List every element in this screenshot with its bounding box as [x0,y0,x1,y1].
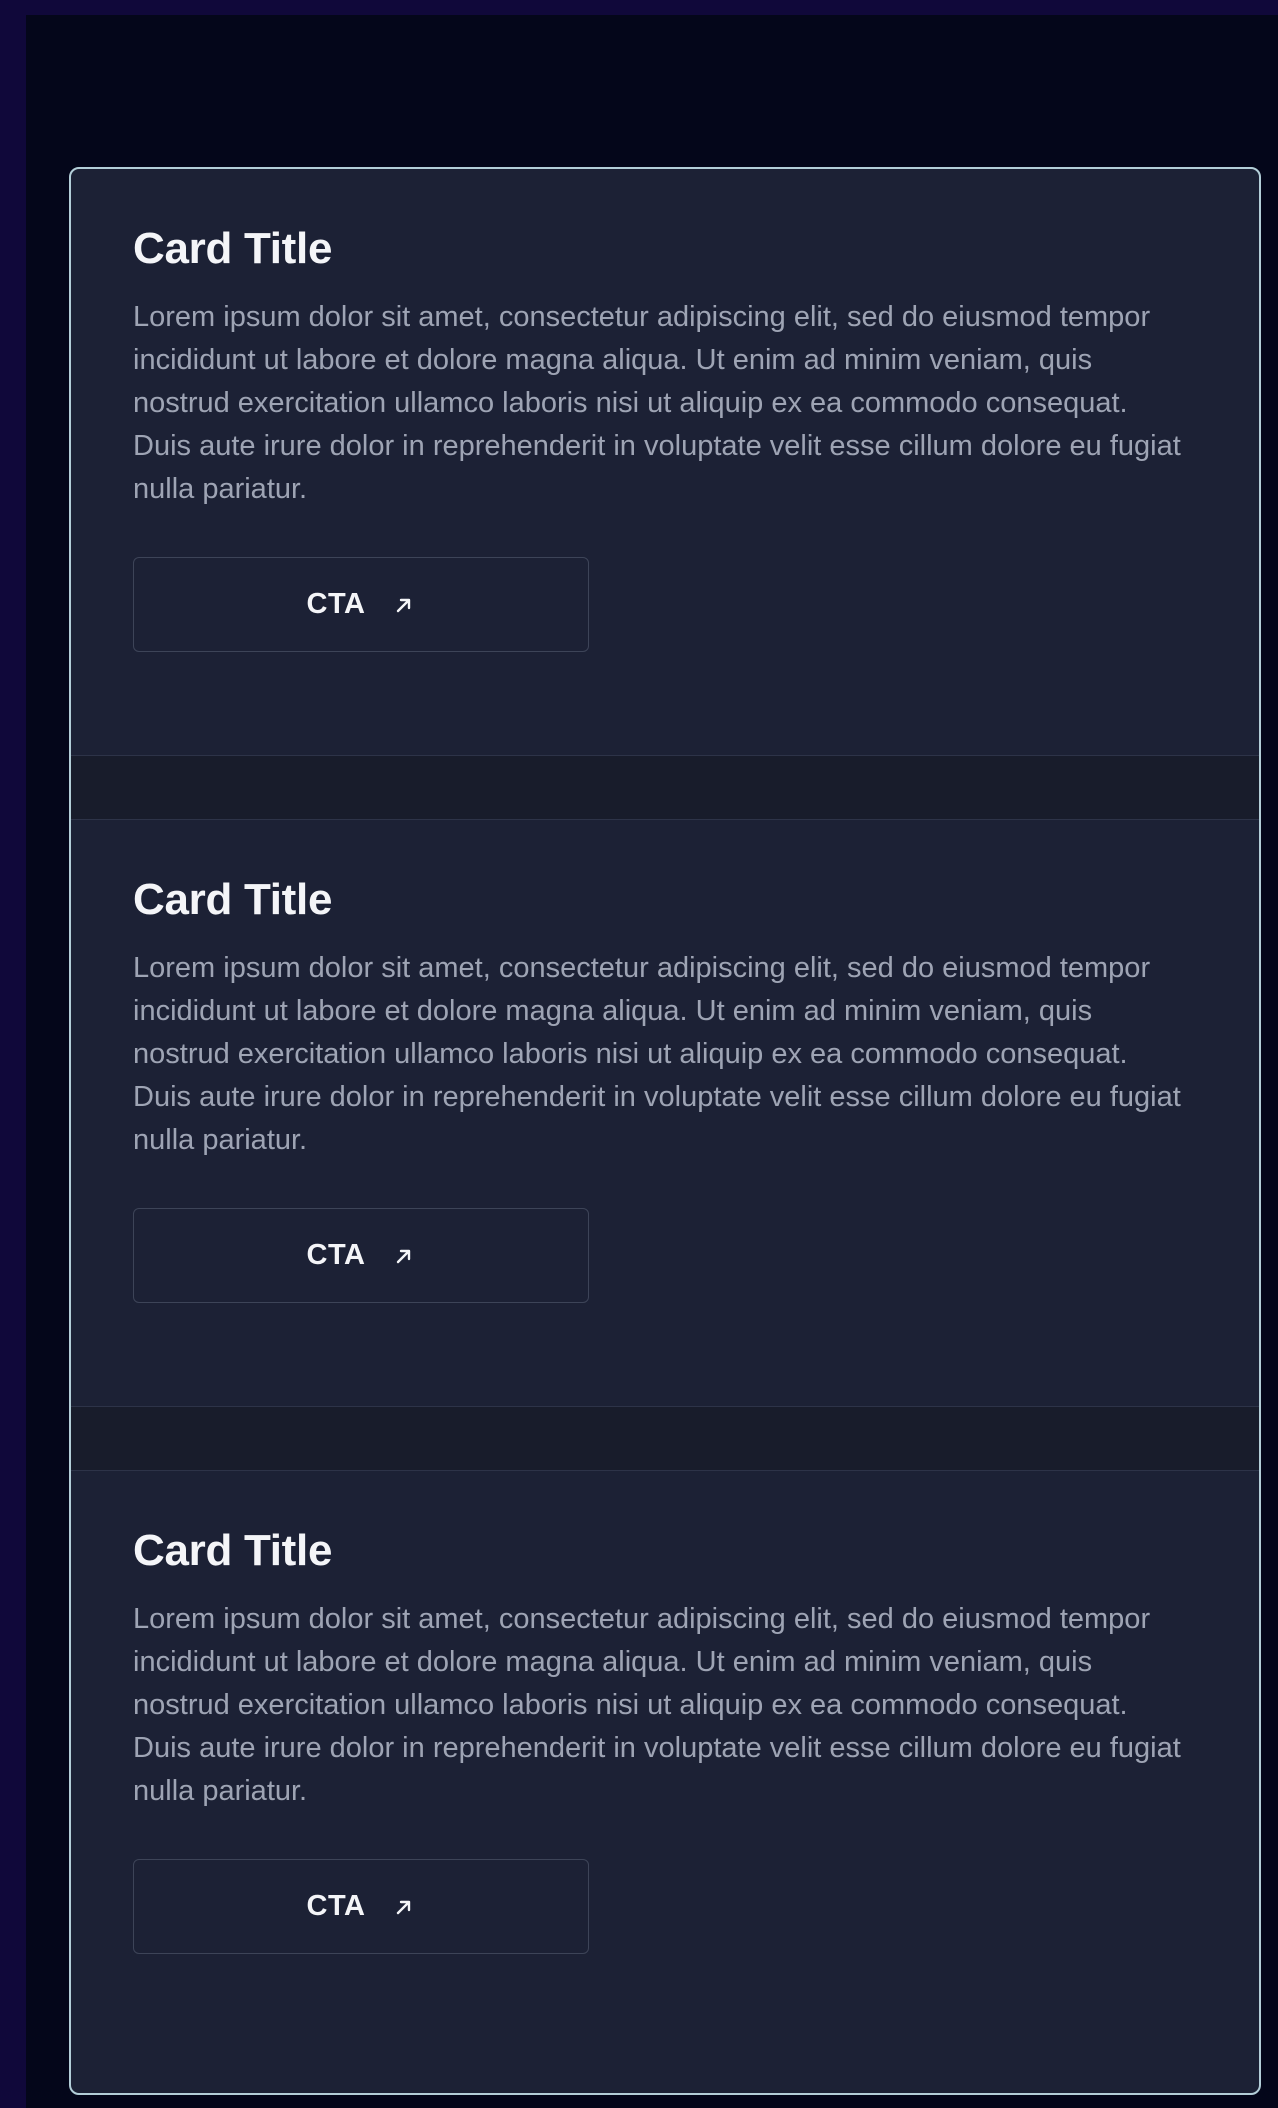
arrow-up-right-icon [397,1900,411,1914]
card: Card Title Lorem ipsum dolor sit amet, c… [71,1471,1259,2093]
cta-button[interactable]: CTA [133,1208,589,1303]
cta-label: CTA [306,1239,366,1271]
cta-label: CTA [306,588,366,620]
card-title: Card Title [133,875,333,924]
arrow-up-right-icon [397,1249,411,1263]
cta-button[interactable]: CTA [133,557,589,652]
card-separator [71,1406,1259,1471]
cta-label: CTA [306,1890,366,1922]
card-description: Lorem ipsum dolor sit amet, consectetur … [133,1603,1181,1807]
card-title: Card Title [133,224,333,273]
card-description: Lorem ipsum dolor sit amet, consectetur … [133,301,1181,505]
card-separator [71,755,1259,820]
card-title: Card Title [133,1526,333,1575]
cta-button[interactable]: CTA [133,1859,589,1954]
card: Card Title Lorem ipsum dolor sit amet, c… [71,169,1259,755]
card: Card Title Lorem ipsum dolor sit amet, c… [71,820,1259,1406]
card-stack: Card Title Lorem ipsum dolor sit amet, c… [69,167,1261,2095]
arrow-up-right-icon [397,598,411,612]
card-description: Lorem ipsum dolor sit amet, consectetur … [133,952,1181,1156]
